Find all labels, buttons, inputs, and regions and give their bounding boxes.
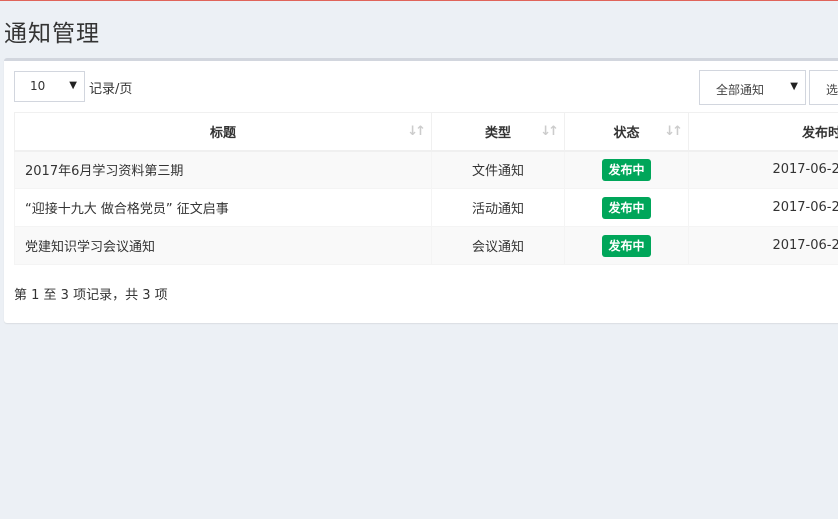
notice-date: 2017-06-21 (688, 226, 838, 265)
notice-type: 文件通知 (431, 150, 565, 189)
notice-title: 2017年6月学习资料第三期 (14, 150, 432, 189)
select-button-label: 选 (826, 83, 838, 97)
page-title: 通知管理 (4, 21, 100, 47)
column-header-label: 状态 (613, 125, 640, 141)
sort-icon: ↓↑ (540, 124, 559, 139)
column-header-label: 发布时间 (801, 125, 838, 141)
select-button[interactable]: 选 (809, 70, 838, 105)
table-info: 第 1 至 3 项记录，共 3 项 (14, 288, 168, 303)
caret-down-icon: ▼ (69, 80, 77, 91)
table-header-row: 标题 ↓↑ 类型 ↓↑ 状态 ↓↑ 发布时间 (14, 112, 838, 152)
notice-filter-value: 全部通知 (716, 83, 765, 97)
caret-down-icon: ▼ (790, 81, 798, 92)
sort-icon: ↓↑ (664, 124, 683, 139)
page-length-select[interactable]: 10 ▼ (14, 71, 85, 102)
notice-date: 2017-06-21 (688, 150, 838, 189)
sort-icon: ↓↑ (407, 124, 426, 139)
column-header-label: 标题 (209, 125, 236, 141)
notice-date: 2017-06-21 (688, 188, 838, 227)
notice-type: 活动通知 (431, 188, 565, 227)
notice-type: 会议通知 (431, 226, 565, 265)
notice-title: “迎接十九大 做合格党员” 征文启事 (14, 188, 432, 227)
column-header-label: 类型 (484, 125, 511, 141)
column-header-type[interactable]: 类型 ↓↑ (431, 112, 565, 152)
notice-filter-select[interactable]: 全部通知 ▼ (699, 70, 806, 105)
column-header-date[interactable]: 发布时间 (688, 112, 838, 152)
table-row[interactable]: “迎接十九大 做合格党员” 征文启事 活动通知 发布中 2017-06-21 (14, 188, 838, 227)
status-badge: 发布中 (602, 234, 651, 257)
column-header-status[interactable]: 状态 ↓↑ (564, 112, 689, 152)
notice-title: 党建知识学习会议通知 (14, 226, 432, 265)
status-badge: 发布中 (602, 196, 651, 219)
table-row[interactable]: 2017年6月学习资料第三期 文件通知 发布中 2017-06-21 (14, 150, 838, 189)
page-length-label: 记录/页 (89, 82, 133, 97)
column-header-title[interactable]: 标题 ↓↑ (14, 112, 432, 152)
page-length-value: 10 (30, 79, 46, 93)
notice-list-box: 10 ▼ 记录/页 全部通知 ▼ 选 标题 ↓↑ 类型 ↓↑ 状态 ↓↑ 发布时… (4, 58, 838, 323)
table-row[interactable]: 党建知识学习会议通知 会议通知 发布中 2017-06-21 (14, 226, 838, 265)
notice-table: 标题 ↓↑ 类型 ↓↑ 状态 ↓↑ 发布时间 2017年6月学习资料第三期 (14, 112, 838, 265)
top-accent-bar (0, 0, 838, 1)
status-badge: 发布中 (602, 158, 651, 181)
